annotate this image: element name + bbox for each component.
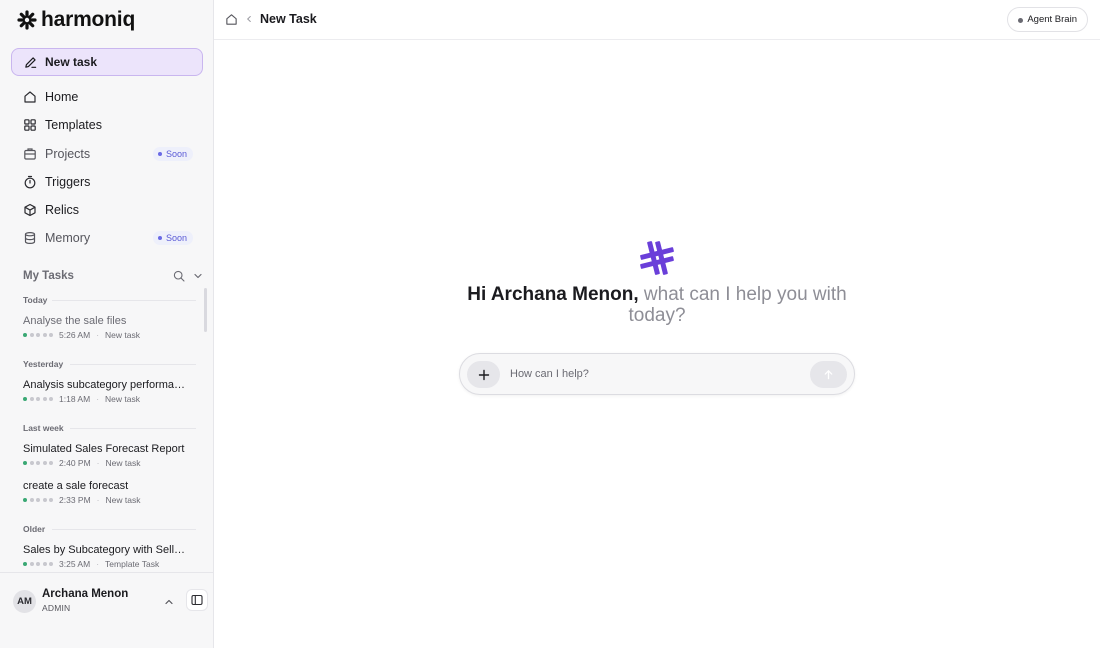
new-task-button[interactable]: New task: [11, 48, 203, 76]
task-progress-dots: [23, 461, 53, 465]
user-name: Archana Menon: [42, 588, 129, 600]
divider: [52, 529, 196, 530]
sidebar-item-home[interactable]: Home: [11, 83, 203, 111]
group-label-today: Today: [23, 295, 48, 305]
sidebar-item-label: Projects: [45, 146, 91, 161]
prompt-composer: [459, 353, 855, 395]
task-time: 1:18 AM: [59, 394, 91, 404]
pencil-icon: [25, 56, 37, 68]
task-item[interactable]: Analyse the sale files 5:26 AM · New tas…: [23, 315, 188, 340]
sidebar-nav: Home Templates Projects Soon Triggers Re…: [11, 83, 203, 253]
task-kind: New task: [105, 330, 140, 340]
task-kind: Template Task: [105, 559, 160, 569]
soon-badge: Soon: [152, 146, 193, 161]
divider: [70, 364, 196, 365]
send-button[interactable]: [810, 361, 847, 388]
templates-icon: [24, 119, 36, 132]
task-item[interactable]: Analysis subcategory performance 1:18 AM…: [23, 379, 188, 404]
chevron-up-icon[interactable]: [164, 597, 174, 607]
breadcrumb: New Task: [225, 12, 317, 26]
task-time: 3:25 AM: [59, 559, 91, 569]
sidebar-item-label: Triggers: [45, 174, 91, 189]
group-label-last-week: Last week: [23, 423, 64, 433]
sidebar-item-triggers[interactable]: Triggers: [11, 168, 203, 196]
task-item[interactable]: Sales by Subcategory with Sell-Through 3…: [23, 544, 188, 569]
sidebar-item-label: Relics: [45, 203, 80, 218]
sidebar-item-memory[interactable]: Memory Soon: [11, 224, 203, 252]
task-title: Simulated Sales Forecast Report: [23, 443, 185, 455]
arrow-up-icon: [824, 370, 833, 380]
projects-icon: [24, 147, 36, 160]
harmoniq-asterisk-icon: [17, 10, 37, 30]
task-progress-dots: [23, 498, 53, 502]
home-icon[interactable]: [225, 13, 238, 26]
divider: [52, 300, 196, 301]
prompt-input[interactable]: [510, 365, 800, 383]
group-label-older: Older: [23, 524, 46, 534]
search-icon[interactable]: [173, 270, 185, 282]
task-title: create a sale forecast: [23, 480, 129, 492]
task-progress-dots: [23, 333, 53, 337]
plus-icon: [478, 369, 489, 380]
sidebar-item-label: Templates: [45, 118, 102, 133]
soon-badge: Soon: [152, 231, 193, 246]
sidebar-item-label: Memory: [45, 231, 91, 246]
task-progress-dots: [23, 562, 53, 566]
timer-icon: [24, 175, 36, 189]
task-title: Analyse the sale files: [23, 315, 127, 327]
chevron-down-icon[interactable]: [193, 271, 203, 281]
task-item[interactable]: Simulated Sales Forecast Report 2:40 PM …: [23, 443, 188, 468]
task-kind: New task: [105, 458, 141, 468]
home-icon: [24, 91, 36, 103]
harmoniq-asterisk-icon: [640, 241, 674, 275]
my-tasks-label: My Tasks: [23, 270, 74, 282]
greeting-name: Hi Archana Menon,: [467, 284, 639, 305]
task-kind: New task: [105, 394, 140, 404]
task-time: 2:40 PM: [59, 458, 91, 468]
greeting-prompt: what can I help you with today?: [628, 284, 847, 326]
sidebar-panel-icon: [191, 594, 203, 606]
task-item[interactable]: create a sale forecast 2:33 PM · New tas…: [23, 480, 188, 505]
page-title: New Task: [260, 12, 317, 26]
database-icon: [24, 232, 36, 245]
sidebar-item-label: Home: [45, 90, 79, 104]
sidebar-toggle-button[interactable]: [186, 589, 208, 611]
task-history-list: Today Analyse the sale files 5:26 AM · N…: [0, 290, 214, 572]
task-kind: New task: [105, 495, 141, 505]
task-title: Sales by Subcategory with Sell-Through: [23, 544, 188, 556]
cube-icon: [24, 204, 36, 217]
sidebar-item-templates[interactable]: Templates: [11, 111, 203, 139]
brand-logo[interactable]: harmoniq: [17, 8, 136, 31]
task-list-scrollbar[interactable]: [204, 288, 207, 332]
brand-name: harmoniq: [41, 8, 136, 31]
sidebar: harmoniq New task Home Templates Project…: [0, 0, 214, 648]
new-task-label: New task: [45, 55, 98, 69]
top-bar: New Task Agent Brain: [214, 0, 1100, 40]
task-time: 5:26 AM: [59, 330, 91, 340]
task-time: 2:33 PM: [59, 495, 91, 505]
chevron-left-icon: [246, 16, 251, 22]
sidebar-item-relics[interactable]: Relics: [11, 196, 203, 224]
task-progress-dots: [23, 397, 53, 401]
group-label-yesterday: Yesterday: [23, 359, 64, 369]
agent-brain-button[interactable]: Agent Brain: [1007, 7, 1088, 32]
user-profile[interactable]: AM Archana Menon ADMIN: [0, 572, 214, 648]
task-title: Analysis subcategory performance: [23, 379, 188, 391]
user-role: ADMIN: [42, 603, 71, 613]
avatar: AM: [13, 590, 36, 613]
divider: [70, 428, 196, 429]
add-attachment-button[interactable]: [467, 361, 500, 388]
greeting: Hi Archana Menon, what can I help you wi…: [460, 284, 854, 326]
sidebar-item-projects[interactable]: Projects Soon: [11, 140, 203, 168]
my-tasks-header: My Tasks: [23, 269, 203, 283]
